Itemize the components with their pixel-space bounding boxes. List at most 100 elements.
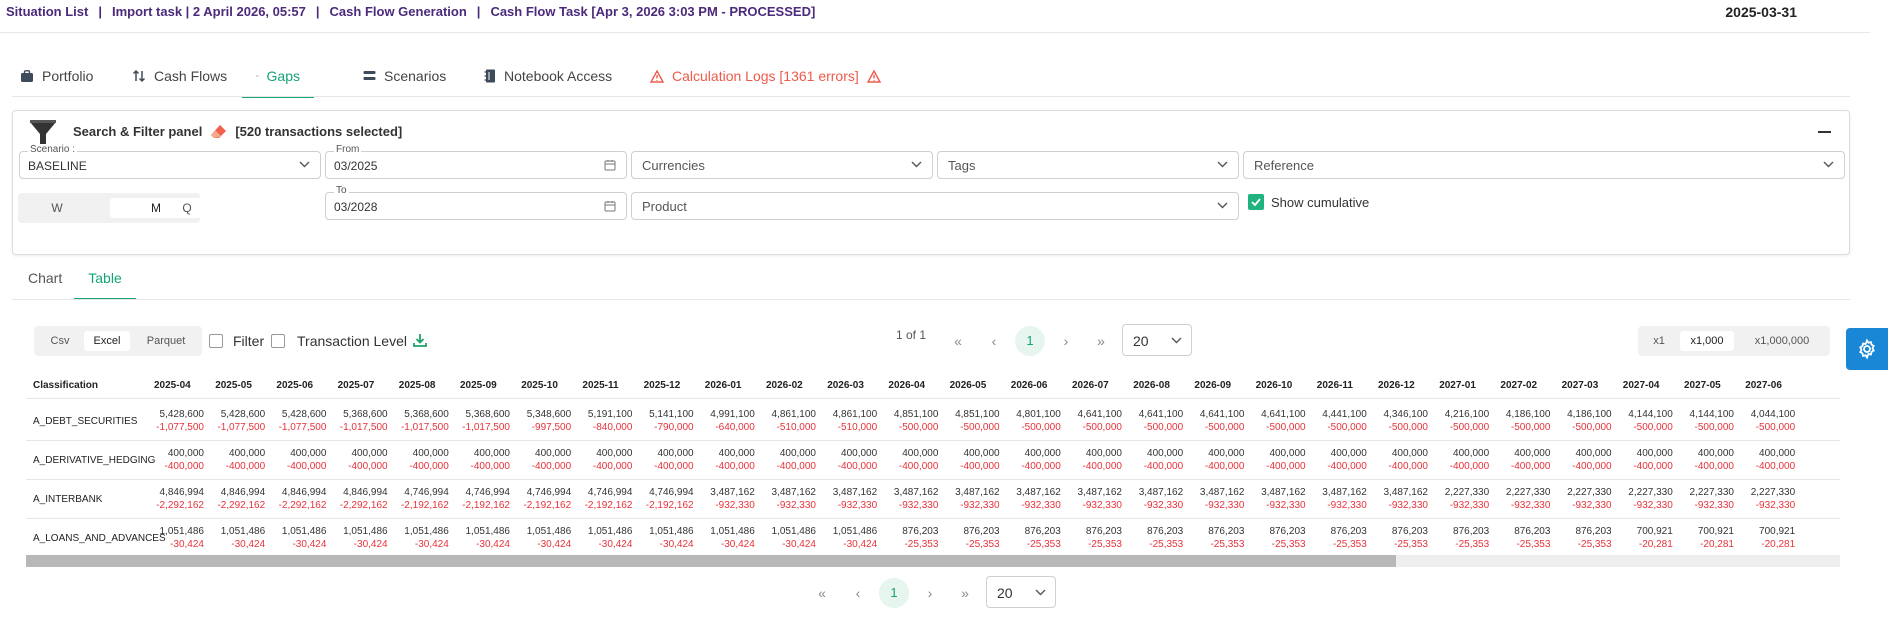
column-header[interactable]: 2026-03 <box>827 380 864 391</box>
column-header[interactable]: 2025-05 <box>215 380 252 391</box>
filter-checkbox[interactable] <box>209 334 223 348</box>
cell-gap-value: -25,353 <box>1271 539 1306 550</box>
breadcrumb-situation-list[interactable]: Situation List <box>6 4 88 19</box>
breadcrumb-import-task[interactable]: Import task | 2 April 2026, 05:57 <box>112 4 306 19</box>
calendar-icon[interactable] <box>604 200 616 212</box>
column-header-classification[interactable]: Classification <box>33 380 98 391</box>
from-date-field[interactable]: From 03/2025 <box>325 144 627 179</box>
column-header[interactable]: 2026-02 <box>766 380 803 391</box>
column-header[interactable]: 2026-10 <box>1256 380 1293 391</box>
cell-value: 876,203 <box>1575 526 1612 537</box>
tab-scenarios[interactable]: Scenarios <box>355 56 454 96</box>
next-page-button[interactable]: › <box>1056 331 1076 351</box>
column-header[interactable]: 2027-06 <box>1745 380 1782 391</box>
current-page[interactable]: 1 <box>1015 326 1045 356</box>
to-date-field[interactable]: To 03/2028 <box>325 185 627 220</box>
breadcrumb-cash-flow-generation[interactable]: Cash Flow Generation <box>330 4 467 19</box>
divider <box>12 96 1850 97</box>
tab-portfolio[interactable]: Portfolio <box>12 56 101 96</box>
page-size-select[interactable]: 20 <box>1122 324 1192 356</box>
column-header[interactable]: 2025-07 <box>338 380 375 391</box>
scale-x1000000[interactable]: x1,000,000 <box>1738 331 1826 351</box>
calendar-icon[interactable] <box>604 159 616 171</box>
scale-x1000[interactable]: x1,000 <box>1680 331 1734 351</box>
column-header[interactable]: 2027-05 <box>1684 380 1721 391</box>
tab-cash-flows[interactable]: Cash Flows <box>124 56 235 96</box>
prev-page-button[interactable]: ‹ <box>984 331 1004 351</box>
tab-chart[interactable]: Chart <box>26 266 64 298</box>
column-header[interactable]: 2026-11 <box>1317 380 1353 391</box>
tab-gaps[interactable]: Gaps <box>242 56 314 98</box>
horizontal-scrollbar[interactable] <box>26 555 1840 567</box>
column-header[interactable]: 2026-05 <box>950 380 987 391</box>
selected-count: [520 transactions selected] <box>235 124 403 139</box>
last-page-button[interactable]: » <box>1091 331 1111 351</box>
cell-gap-value: -2,292,162 <box>156 500 204 511</box>
column-header[interactable]: 2026-12 <box>1378 380 1415 391</box>
column-header[interactable]: 2026-07 <box>1072 380 1109 391</box>
format-excel[interactable]: Excel <box>84 331 130 351</box>
download-icon[interactable] <box>413 333 427 347</box>
period-w[interactable]: W <box>28 198 86 218</box>
collapse-button[interactable] <box>1818 131 1831 133</box>
column-header[interactable]: 2025-06 <box>276 380 313 391</box>
row-classification: A_DERIVATIVE_HEDGING <box>33 455 156 466</box>
product-select[interactable]: Product <box>631 192 1239 220</box>
cell-gap-value: -400,000 <box>225 461 266 472</box>
period-q[interactable]: Q <box>152 198 222 218</box>
cell-value: 2,227,330 <box>1505 487 1551 498</box>
transaction-level-label: Transaction Level <box>297 333 407 349</box>
cell-value: 1,051,486 <box>649 526 694 537</box>
column-header[interactable]: 2025-04 <box>154 380 191 391</box>
column-header[interactable]: 2026-08 <box>1133 380 1170 391</box>
column-header[interactable]: 2026-09 <box>1194 380 1231 391</box>
prev-page-button[interactable]: ‹ <box>848 583 868 603</box>
currencies-select[interactable]: Currencies <box>631 151 933 179</box>
tab-table[interactable]: Table <box>74 266 136 300</box>
eraser-icon[interactable] <box>210 124 227 139</box>
breadcrumb-separator: | <box>476 4 481 19</box>
cell-gap-value: -400,000 <box>531 461 572 472</box>
cell-value: 400,000 <box>1636 448 1673 459</box>
current-page[interactable]: 1 <box>879 578 909 608</box>
format-parquet[interactable]: Parquet <box>134 331 198 351</box>
column-header[interactable]: 2026-04 <box>888 380 925 391</box>
next-page-button[interactable]: › <box>920 583 940 603</box>
cell-gap-value: -2,192,162 <box>584 500 633 511</box>
reference-select[interactable]: Reference <box>1243 151 1845 179</box>
column-header[interactable]: 2027-01 <box>1439 380 1476 391</box>
last-page-button[interactable]: » <box>955 583 975 603</box>
column-header[interactable]: 2027-02 <box>1500 380 1537 391</box>
column-header[interactable]: 2025-08 <box>399 380 436 391</box>
format-csv[interactable]: Csv <box>38 331 82 351</box>
show-cumulative-checkbox[interactable] <box>1248 194 1264 210</box>
breadcrumb-cash-flow-task[interactable]: Cash Flow Task [Apr 3, 2026 3:03 PM - PR… <box>490 4 815 19</box>
column-header[interactable]: 2025-12 <box>644 380 681 391</box>
transaction-level-checkbox[interactable] <box>271 334 285 348</box>
page-size-select[interactable]: 20 <box>986 576 1056 608</box>
tab-calculation-logs[interactable]: Calculation Logs [1361 errors] <box>642 56 889 96</box>
tab-notebook-access[interactable]: Notebook Access <box>476 56 620 96</box>
column-header[interactable]: 2027-03 <box>1562 380 1599 391</box>
scenario-select[interactable]: Scenario : BASELINE <box>19 144 321 179</box>
scrollbar-thumb[interactable] <box>26 555 1396 567</box>
tags-select[interactable]: Tags <box>937 151 1239 179</box>
cell-gap-value: -400,000 <box>898 461 939 472</box>
first-page-button[interactable]: « <box>948 331 968 351</box>
column-header[interactable]: 2025-09 <box>460 380 497 391</box>
scale-x1[interactable]: x1 <box>1642 331 1676 351</box>
row-divider <box>26 518 1840 519</box>
column-header[interactable]: 2027-04 <box>1623 380 1660 391</box>
cell-gap-value: -400,000 <box>409 461 449 472</box>
column-header[interactable]: 2025-11 <box>582 380 618 391</box>
first-page-button[interactable]: « <box>812 583 832 603</box>
column-header[interactable]: 2026-01 <box>705 380 742 391</box>
column-header[interactable]: 2026-06 <box>1011 380 1048 391</box>
tab-label: Notebook Access <box>504 68 613 84</box>
settings-button[interactable] <box>1846 328 1888 370</box>
cell-gap-value: -500,000 <box>898 422 939 433</box>
column-header[interactable]: 2025-10 <box>521 380 558 391</box>
tab-label: Cash Flows <box>154 68 228 84</box>
cell-value: 4,641,100 <box>1077 409 1123 420</box>
cell-gap-value: -500,000 <box>960 422 1000 433</box>
